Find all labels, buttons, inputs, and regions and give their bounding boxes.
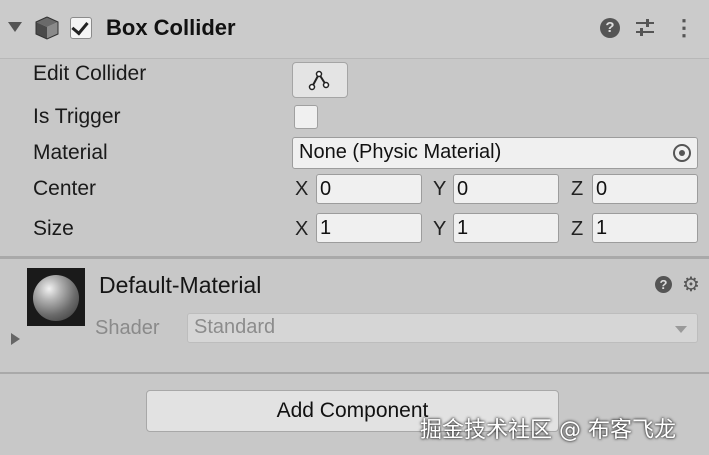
is-trigger-label: Is Trigger	[33, 105, 121, 128]
shader-value: Standard	[194, 316, 276, 338]
material-label: Material	[33, 141, 108, 164]
material-value: None (Physic Material)	[299, 141, 502, 163]
chevron-down-icon	[675, 326, 687, 333]
material-field[interactable]: None (Physic Material)	[292, 137, 698, 169]
size-x-field[interactable]: 1	[316, 213, 422, 243]
center-label: Center	[33, 177, 97, 200]
enabled-checkbox[interactable]	[70, 17, 92, 39]
center-y-label[interactable]: Y	[433, 178, 446, 201]
gear-icon[interactable]: ⚙	[682, 272, 700, 297]
size-z-label[interactable]: Z	[571, 218, 583, 241]
component-title: Box Collider	[106, 15, 236, 40]
fold-right-icon[interactable]	[11, 333, 20, 345]
size-y-field[interactable]: 1	[453, 213, 559, 243]
is-trigger-checkbox[interactable]	[294, 105, 318, 129]
material-sphere-icon	[33, 275, 79, 321]
material-name: Default-Material	[99, 272, 262, 298]
size-z-field[interactable]: 1	[592, 213, 698, 243]
size-x-label[interactable]: X	[295, 218, 308, 241]
edit-collider-label: Edit Collider	[33, 62, 147, 85]
section-divider	[0, 256, 709, 259]
object-picker-icon[interactable]	[673, 144, 691, 162]
shader-label: Shader	[95, 317, 160, 339]
material-preview-thumbnail[interactable]	[27, 268, 85, 326]
center-x-label[interactable]: X	[295, 178, 308, 201]
section-divider-bottom	[0, 372, 709, 374]
watermark-text: 掘金技术社区 @ 布客飞龙	[420, 418, 676, 443]
center-x-field[interactable]: 0	[316, 174, 422, 204]
center-z-label[interactable]: Z	[571, 178, 583, 201]
cube-icon	[35, 16, 59, 40]
size-y-label[interactable]: Y	[433, 218, 446, 241]
fold-down-icon[interactable]	[8, 22, 22, 32]
edit-collider-button[interactable]	[292, 62, 348, 98]
edit-collider-icon	[308, 70, 330, 91]
checkmark-icon	[71, 17, 89, 36]
shader-dropdown[interactable]: Standard	[187, 313, 698, 343]
center-z-field[interactable]: 0	[592, 174, 698, 204]
help-icon[interactable]: ?	[598, 16, 622, 40]
size-label: Size	[33, 217, 74, 240]
center-y-field[interactable]: 0	[453, 174, 559, 204]
component-header[interactable]: Box Collider ? ⋮	[0, 0, 709, 59]
kebab-menu-icon[interactable]: ⋮	[672, 15, 696, 40]
preset-icon[interactable]	[633, 16, 657, 40]
material-help-icon[interactable]: ?	[655, 276, 672, 293]
inspector-panel: Box Collider ? ⋮ Edit Collider Is Trigge…	[0, 0, 709, 455]
